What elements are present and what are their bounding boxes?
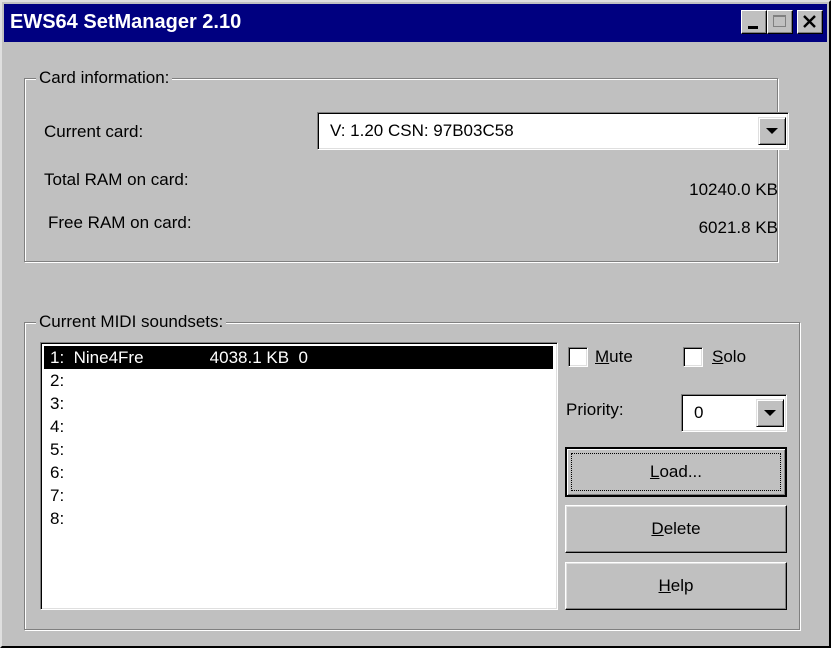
current-card-value: V: 1.20 CSN: 97B03C58 <box>330 121 514 140</box>
help-button[interactable]: Help <box>565 562 787 610</box>
load-text: oad... <box>659 462 702 481</box>
maximize-button[interactable] <box>767 10 793 34</box>
chevron-down-icon <box>766 128 778 134</box>
help-accesskey: H <box>658 576 671 595</box>
mute-checkbox[interactable] <box>568 347 588 367</box>
mute-label-accesskey: M <box>595 347 610 366</box>
soundset-item-3[interactable]: 3: <box>44 392 553 415</box>
soundset-item-1[interactable]: 1: Nine4Fre 4038.1 KB 0 <box>44 346 553 369</box>
help-text: elp <box>670 576 694 595</box>
current-card-dropdown-button[interactable] <box>758 117 786 145</box>
window-title: EWS64 SetManager 2.10 <box>10 11 242 33</box>
soundset-item-2[interactable]: 2: <box>44 369 553 392</box>
chevron-down-icon <box>764 410 776 416</box>
soundset-item-7[interactable]: 7: <box>44 484 553 507</box>
minimize-button[interactable] <box>741 10 767 34</box>
total-ram-label: Total RAM on card: <box>44 170 189 189</box>
close-icon <box>803 15 816 28</box>
soundset-item-4[interactable]: 4: <box>44 415 553 438</box>
minimize-icon <box>748 26 758 29</box>
mute-label[interactable]: Mute <box>595 347 633 367</box>
soundset-item-6[interactable]: 6: <box>44 461 553 484</box>
free-ram-label: Free RAM on card: <box>48 213 192 232</box>
card-info-group-label: Card information: <box>36 68 173 88</box>
soundset-item-8[interactable]: 8: <box>44 507 553 530</box>
current-card-label: Current card: <box>44 122 144 141</box>
load-button[interactable]: Load... <box>565 447 787 497</box>
soundset-item-5[interactable]: 5: <box>44 438 553 461</box>
current-card-select[interactable]: V: 1.20 CSN: 97B03C58 <box>317 112 789 150</box>
solo-label[interactable]: Solo <box>712 347 746 367</box>
soundsets-listbox[interactable]: 1: Nine4Fre 4038.1 KB 0 2: 3: 4: 5: 6: 7… <box>40 342 558 610</box>
total-ram-value: 10240.0 KB <box>689 180 778 199</box>
title-bar[interactable]: EWS64 SetManager 2.10 <box>4 4 827 42</box>
free-ram-value: 6021.8 KB <box>698 218 778 237</box>
solo-label-text: olo <box>723 347 747 366</box>
mute-label-text: ute <box>609 347 633 366</box>
solo-checkbox[interactable] <box>683 347 703 367</box>
delete-button[interactable]: Delete <box>565 505 787 553</box>
priority-label: Priority: <box>566 400 624 419</box>
setmanager-window: EWS64 SetManager 2.10 Card information: … <box>0 0 831 648</box>
soundsets-group-label: Current MIDI soundsets: <box>36 312 227 332</box>
solo-label-accesskey: S <box>712 347 724 366</box>
priority-value: 0 <box>694 403 704 422</box>
priority-select[interactable]: 0 <box>681 394 787 432</box>
maximize-icon <box>773 15 786 27</box>
delete-accesskey: D <box>651 519 664 538</box>
priority-dropdown-button[interactable] <box>756 399 784 427</box>
close-button[interactable] <box>797 10 823 34</box>
delete-text: elete <box>663 519 701 538</box>
